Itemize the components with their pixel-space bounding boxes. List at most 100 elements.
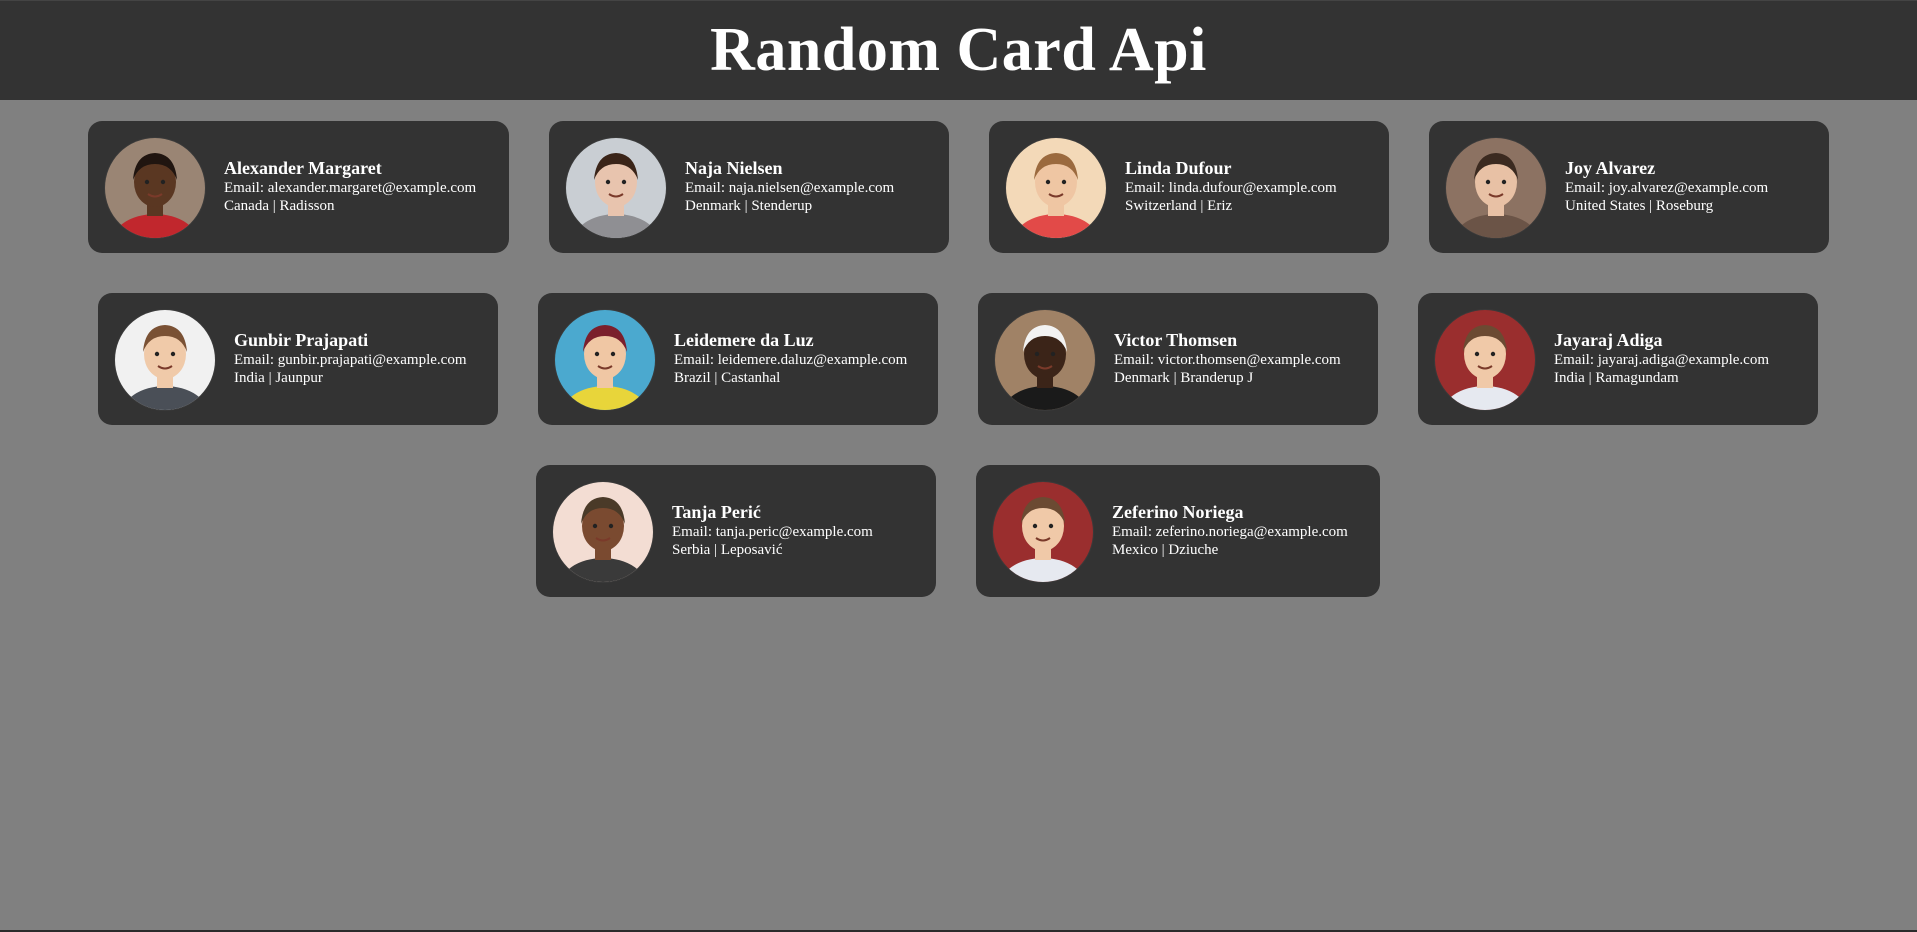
user-country: Serbia: [672, 542, 711, 558]
user-country: Mexico: [1112, 542, 1158, 558]
user-name: Victor Thomsen: [1114, 330, 1238, 350]
user-info: Zeferino Noriega Email: zeferino.noriega@…: [1112, 502, 1348, 559]
avatar: [994, 309, 1096, 411]
user-card: Tanja Perić Email: tanja.peric@example.co…: [536, 465, 936, 597]
location-separator: |: [710, 542, 721, 558]
page-title: Random Card Api: [710, 16, 1207, 84]
email-label: Email:: [1565, 180, 1609, 196]
user-location: Denmark | Branderup J: [1114, 369, 1341, 387]
user-name: Tanja Perić: [672, 502, 761, 522]
user-city: Ramagundam: [1595, 370, 1679, 386]
user-location: Serbia | Leposavić: [672, 541, 873, 559]
email-value: joy.alvarez@example.com: [1608, 180, 1769, 196]
user-name: Linda Dufour: [1125, 158, 1232, 178]
user-card: Alexander Margaret Email: alexander.marga…: [88, 121, 509, 253]
email-value: jayaraj.adiga@example.com: [1597, 352, 1769, 368]
avatar: [565, 137, 667, 239]
user-city: Eriz: [1207, 198, 1233, 214]
user-name: Naja Nielsen: [685, 158, 783, 178]
user-country: Canada: [224, 198, 269, 214]
location-separator: |: [1196, 198, 1208, 214]
user-email: Email: victor.thomsen@example.com: [1114, 351, 1341, 369]
user-info: Victor Thomsen Email: victor.thomsen@exam…: [1114, 330, 1341, 387]
email-value: alexander.margaret@example.com: [267, 180, 477, 196]
avatar: [1445, 137, 1547, 239]
user-name: Gunbir Prajapati: [234, 330, 369, 350]
location-separator: |: [1645, 198, 1656, 214]
user-email: Email: linda.dufour@example.com: [1125, 179, 1337, 197]
email-label: Email:: [672, 524, 716, 540]
avatar: [552, 481, 654, 583]
email-label: Email:: [234, 352, 278, 368]
email-value: gunbir.prajapati@example.com: [277, 352, 467, 368]
email-label: Email:: [224, 180, 268, 196]
user-city: Castanhal: [721, 370, 781, 386]
user-city: Branderup J: [1180, 370, 1254, 386]
email-label: Email:: [1125, 180, 1169, 196]
page-header: Random Card Api: [0, 0, 1917, 100]
user-location: Canada | Radisson: [224, 197, 476, 215]
user-info: Leidemere da Luz Email: leidemere.daluz@e…: [674, 330, 907, 387]
avatar: [992, 481, 1094, 583]
user-info: Alexander Margaret Email: alexander.marga…: [224, 158, 476, 215]
email-value: leidemere.daluz@example.com: [717, 352, 908, 368]
email-value: linda.dufour@example.com: [1168, 180, 1337, 196]
user-country: Brazil: [674, 370, 711, 386]
location-separator: |: [710, 370, 722, 386]
user-card: Leidemere da Luz Email: leidemere.daluz@e…: [538, 293, 938, 425]
user-location: India | Ramagundam: [1554, 369, 1769, 387]
avatar: [114, 309, 216, 411]
user-country: Denmark: [1114, 370, 1170, 386]
user-email: Email: tanja.peric@example.com: [672, 523, 873, 541]
location-separator: |: [1157, 542, 1169, 558]
user-name: Alexander Margaret: [224, 158, 382, 178]
avatar: [1005, 137, 1107, 239]
user-card: Zeferino Noriega Email: zeferino.noriega@…: [976, 465, 1380, 597]
email-value: zeferino.noriega@example.com: [1155, 524, 1348, 540]
email-label: Email:: [1112, 524, 1156, 540]
user-card: Victor Thomsen Email: victor.thomsen@exam…: [978, 293, 1378, 425]
user-location: Mexico | Dziuche: [1112, 541, 1348, 559]
location-separator: |: [1169, 370, 1181, 386]
user-location: India | Jaunpur: [234, 369, 467, 387]
user-name: Zeferino Noriega: [1112, 502, 1244, 522]
user-info: Naja Nielsen Email: naja.nielsen@example.…: [685, 158, 894, 215]
user-card: Joy Alvarez Email: joy.alvarez@example.co…: [1429, 121, 1829, 253]
email-label: Email:: [674, 352, 718, 368]
user-email: Email: jayaraj.adiga@example.com: [1554, 351, 1769, 369]
user-location: Denmark | Stenderup: [685, 197, 894, 215]
user-name: Jayaraj Adiga: [1554, 330, 1663, 350]
avatar: [554, 309, 656, 411]
avatar: [104, 137, 206, 239]
user-email: Email: naja.nielsen@example.com: [685, 179, 894, 197]
user-card: Linda Dufour Email: linda.dufour@example.…: [989, 121, 1389, 253]
user-city: Radisson: [279, 198, 335, 214]
user-email: Email: gunbir.prajapati@example.com: [234, 351, 467, 369]
user-card: Gunbir Prajapati Email: gunbir.prajapati@…: [98, 293, 498, 425]
user-city: Leposavić: [720, 542, 783, 558]
email-value: tanja.peric@example.com: [715, 524, 873, 540]
user-email: Email: leidemere.daluz@example.com: [674, 351, 907, 369]
user-country: India: [234, 370, 265, 386]
user-email: Email: alexander.margaret@example.com: [224, 179, 476, 197]
user-info: Linda Dufour Email: linda.dufour@example.…: [1125, 158, 1337, 215]
user-location: Switzerland | Eriz: [1125, 197, 1337, 215]
user-email: Email: zeferino.noriega@example.com: [1112, 523, 1348, 541]
email-label: Email:: [1114, 352, 1158, 368]
user-info: Jayaraj Adiga Email: jayaraj.adiga@exampl…: [1554, 330, 1769, 387]
user-name: Joy Alvarez: [1565, 158, 1656, 178]
avatar: [1434, 309, 1536, 411]
user-name: Leidemere da Luz: [674, 330, 814, 350]
user-country: Switzerland: [1125, 198, 1197, 214]
user-email: Email: joy.alvarez@example.com: [1565, 179, 1768, 197]
user-info: Tanja Perić Email: tanja.peric@example.co…: [672, 502, 873, 559]
user-city: Roseburg: [1655, 198, 1714, 214]
user-city: Jaunpur: [275, 370, 323, 386]
email-value: naja.nielsen@example.com: [728, 180, 895, 196]
user-city: Stenderup: [751, 198, 813, 214]
user-country: Denmark: [685, 198, 741, 214]
user-country: India: [1554, 370, 1585, 386]
email-value: victor.thomsen@example.com: [1157, 352, 1341, 368]
user-info: Gunbir Prajapati Email: gunbir.prajapati@…: [234, 330, 467, 387]
location-separator: |: [740, 198, 752, 214]
